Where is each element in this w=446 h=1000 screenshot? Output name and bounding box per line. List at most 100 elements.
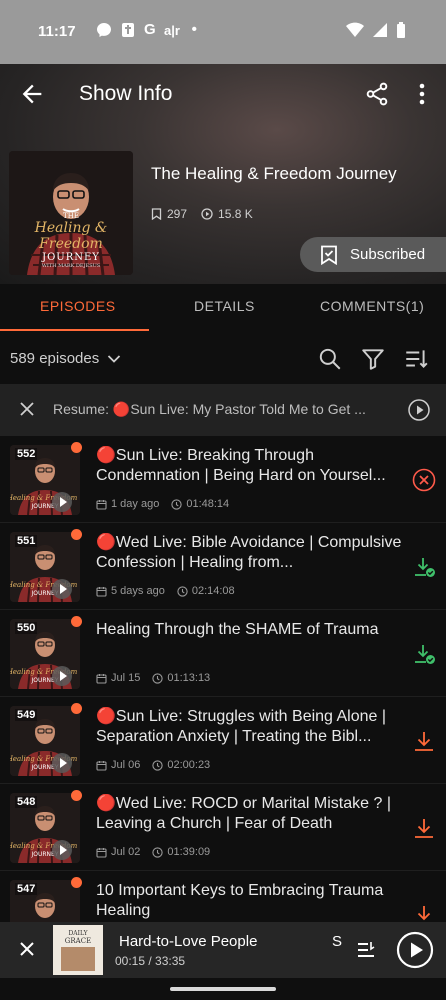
episode-duration: 02:14:08 bbox=[177, 585, 235, 597]
status-bar: 11:17 G a|r • bbox=[0, 0, 446, 64]
unplayed-dot-indicator bbox=[71, 877, 82, 888]
unplayed-dot-indicator bbox=[71, 703, 82, 714]
svg-text:a|r: a|r bbox=[164, 23, 180, 38]
bookmark-icon bbox=[151, 208, 162, 220]
calendar-icon bbox=[96, 499, 107, 510]
episode-number-badge: 550 bbox=[15, 622, 38, 634]
episode-title: 🔴Wed Live: ROCD or Marital Mistake ? | L… bbox=[96, 795, 391, 832]
cell-signal-icon bbox=[373, 23, 387, 37]
episode-title: 🔴Sun Live: Struggles with Being Alone | … bbox=[96, 708, 387, 745]
episodes-toolbar: 589 episodes bbox=[0, 334, 446, 384]
resume-banner[interactable]: Resume: 🔴Sun Live: My Pastor Told Me to … bbox=[0, 384, 446, 436]
episode-list-item[interactable]: Healing & Freedom JOURNEY 552 🔴Sun Live: Br… bbox=[0, 436, 446, 523]
episode-thumbnail[interactable]: Healing & Freedom JOURNEY 551 bbox=[10, 532, 80, 602]
share-icon[interactable] bbox=[364, 81, 390, 107]
play-icon[interactable] bbox=[52, 753, 72, 773]
play-icon[interactable] bbox=[52, 579, 72, 599]
home-handle[interactable] bbox=[170, 987, 276, 991]
episode-count-dropdown[interactable]: 589 episodes bbox=[10, 350, 121, 367]
page-title: Show Info bbox=[79, 82, 173, 105]
artwork-line2: GRACE bbox=[65, 937, 91, 945]
sort-icon[interactable] bbox=[403, 346, 429, 372]
episode-thumbnail[interactable]: Healing & Freedom JOURNEY 552 bbox=[10, 445, 80, 515]
episode-date: 5 days ago bbox=[96, 585, 165, 597]
episode-list: Healing & Freedom JOURNEY 552 🔴Sun Live: Br… bbox=[0, 436, 446, 958]
now-playing-time: 00:15 / 33:35 bbox=[115, 954, 186, 968]
download-icon[interactable] bbox=[412, 816, 436, 840]
tab-episodes[interactable]: EPISODES bbox=[40, 298, 116, 314]
episode-number-badge: 552 bbox=[15, 448, 38, 460]
status-system-icons bbox=[346, 22, 406, 38]
top-app-bar: Show Info bbox=[0, 64, 446, 124]
episode-meta: 1 day ago 01:48:14 bbox=[96, 498, 229, 510]
filter-icon[interactable] bbox=[360, 346, 386, 372]
unplayed-dot-indicator bbox=[71, 790, 82, 801]
more-options-icon[interactable] bbox=[412, 81, 432, 107]
cover-title-text: THE Healing & Freedom JOURNEY WITH MARK … bbox=[34, 212, 108, 269]
play-icon[interactable] bbox=[52, 492, 72, 512]
tab-bar: EPISODES DETAILS COMMENTS(1) bbox=[0, 284, 446, 332]
episode-title: 🔴Wed Live: Bible Avoidance | Compulsive … bbox=[96, 534, 402, 571]
show-stats: 297 15.8 K bbox=[151, 207, 253, 221]
calendar-icon bbox=[96, 847, 107, 858]
close-icon[interactable] bbox=[18, 400, 36, 418]
status-notification-icons: G a|r • bbox=[96, 21, 197, 38]
search-icon[interactable] bbox=[317, 346, 343, 372]
cancel-download-icon[interactable] bbox=[412, 468, 436, 492]
subscribed-button[interactable]: Subscribed bbox=[300, 237, 446, 272]
episode-list-item[interactable]: Healing & Freedom JOURNEY 548 🔴Wed Live: RO… bbox=[0, 784, 446, 871]
calendar-icon bbox=[96, 673, 107, 684]
play-icon[interactable] bbox=[52, 840, 72, 860]
episode-duration: 01:39:09 bbox=[152, 846, 210, 858]
episode-list-item[interactable]: Healing & Freedom JOURNEY 550 Healing Throu… bbox=[0, 610, 446, 697]
play-count: 15.8 K bbox=[201, 207, 253, 221]
now-playing-artwork: DAILY GRACE bbox=[53, 925, 103, 975]
google-icon: G bbox=[144, 21, 156, 38]
tab-comments[interactable]: COMMENTS(1) bbox=[320, 298, 424, 314]
downloaded-icon[interactable] bbox=[412, 642, 436, 666]
episode-thumbnail[interactable]: Healing & Freedom JOURNEY 549 bbox=[10, 706, 80, 776]
play-icon[interactable] bbox=[52, 666, 72, 686]
clock-icon bbox=[152, 672, 164, 684]
messenger-icon bbox=[97, 22, 111, 37]
episode-title: Healing Through the SHAME of Trauma bbox=[96, 621, 379, 638]
episode-duration: 01:13:13 bbox=[152, 672, 210, 684]
mini-player[interactable]: DAILY GRACE Hard-to-Love People 00:15 / … bbox=[0, 922, 446, 978]
tab-details[interactable]: DETAILS bbox=[194, 298, 255, 314]
episode-thumbnail[interactable]: Healing & Freedom JOURNEY 548 bbox=[10, 793, 80, 863]
play-circle-icon bbox=[201, 208, 213, 220]
next-episode-peek: S bbox=[332, 933, 343, 950]
translate-icon: a|r bbox=[164, 23, 180, 38]
episode-number-badge: 551 bbox=[15, 535, 38, 547]
clock-icon bbox=[152, 846, 164, 858]
calendar-icon bbox=[96, 586, 107, 597]
close-icon[interactable] bbox=[19, 941, 35, 957]
unplayed-dot-indicator bbox=[71, 616, 82, 627]
show-cover-art: THE Healing & Freedom JOURNEY WITH MARK … bbox=[9, 151, 133, 275]
episode-list-item[interactable]: Healing & Freedom JOURNEY 549 🔴Sun Live: St… bbox=[0, 697, 446, 784]
clock-icon bbox=[171, 498, 182, 510]
downloaded-icon[interactable] bbox=[412, 555, 436, 579]
artwork-line1: DAILY bbox=[68, 930, 88, 937]
queue-icon[interactable] bbox=[356, 940, 376, 960]
now-playing-title: Hard-to-Love People bbox=[119, 933, 258, 950]
clock-icon bbox=[177, 585, 188, 597]
play-button-icon[interactable] bbox=[396, 931, 434, 969]
download-icon[interactable] bbox=[412, 729, 436, 753]
episode-meta: Jul 02 01:39:09 bbox=[96, 846, 210, 858]
back-arrow-icon[interactable] bbox=[18, 80, 46, 108]
episode-date: 1 day ago bbox=[96, 498, 159, 510]
bible-icon bbox=[122, 22, 134, 37]
battery-icon bbox=[397, 22, 405, 38]
episode-duration: 01:48:14 bbox=[171, 498, 229, 510]
episode-number-badge: 548 bbox=[15, 796, 38, 808]
episode-duration: 02:00:23 bbox=[152, 759, 210, 771]
episode-list-item[interactable]: Healing & Freedom JOURNEY 551 🔴Wed Live: Bi… bbox=[0, 523, 446, 610]
episode-number-badge: 549 bbox=[15, 709, 38, 721]
play-circle-icon[interactable] bbox=[408, 399, 430, 421]
calendar-icon bbox=[96, 760, 107, 771]
resume-text: Resume: 🔴Sun Live: My Pastor Told Me to … bbox=[53, 401, 366, 417]
episode-date: Jul 02 bbox=[96, 846, 140, 858]
episode-thumbnail[interactable]: Healing & Freedom JOURNEY 550 bbox=[10, 619, 80, 689]
episode-title: 10 Important Keys to Embracing Trauma He… bbox=[96, 882, 384, 919]
